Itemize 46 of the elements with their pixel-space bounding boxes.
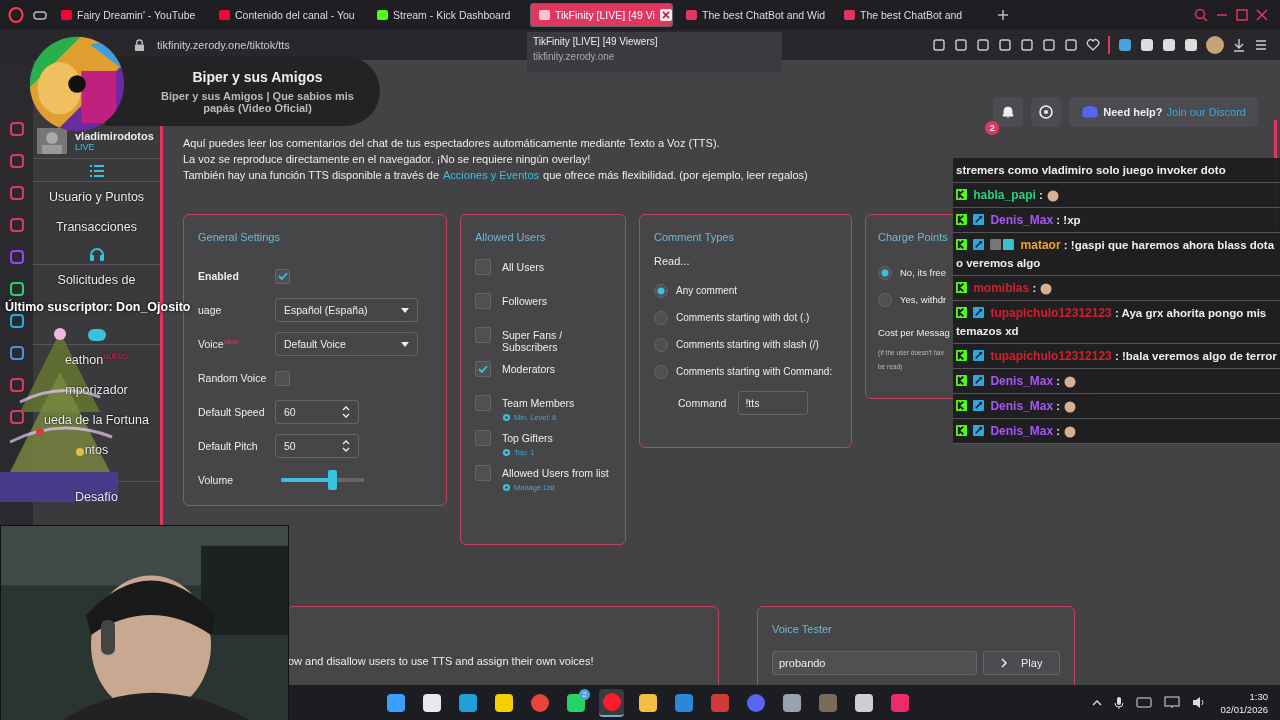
description-text: También hay una función TTS disponible a través de: [183, 168, 439, 183]
field-label: Cost per Messag: [878, 327, 950, 338]
card-title: Voice Tester: [772, 623, 833, 635]
live-status: LIVE: [75, 142, 96, 152]
description-text: La voz se reproduce directamente en el navegador. ¡No se requiere ningún overlay!: [183, 152, 591, 167]
help-label: Need help?: [1103, 106, 1163, 118]
username: vladimirodotos: [75, 130, 154, 142]
description-text: Aquí puedes leer los comentarios del chat de tus espectadores automáticamente mediante Texto a Voz (TTS).: [183, 136, 720, 151]
card-title: Allowed Users: [475, 231, 547, 243]
option-label: Moderators: [502, 363, 556, 375]
field-label: Command: [678, 397, 727, 409]
option-label: All Users: [502, 261, 544, 273]
chat-message: Denis_Max :: [953, 394, 1280, 419]
field-label: Voice$^{NEW!}$: [198, 338, 241, 350]
chat-message: Denis_Max : !xp: [953, 208, 1280, 233]
chat-message: stremers como vladimiro solo juego invoker doto: [953, 158, 1280, 183]
chat-message: tupapichulo12312123 : Aya grx ahorita pongo mis temazos xd: [953, 301, 1280, 344]
description-text: que ofrece más flexibilidad. (por ejemplo, leer regalos): [543, 168, 808, 183]
card-title: General Settings: [198, 231, 281, 243]
notification-count: 2: [579, 688, 590, 700]
field-label: Volume: [198, 474, 235, 486]
field-label: Default Speed: [198, 406, 266, 418]
chat-message: Denis_Max :: [953, 369, 1280, 394]
option-label: Team Members: [502, 397, 575, 409]
song-subtitle: Biper y sus Amigos | Que sabios mis papás (Video Oficial): [160, 89, 355, 114]
option-label: Super Fans / Subscribers: [502, 329, 564, 353]
chat-message: momiblas :: [953, 276, 1280, 301]
song-title: Biper y sus Amigos: [192, 68, 323, 85]
tooltip-url: tikfinity.zerody.one: [533, 51, 616, 62]
option-label: Allowed Users from list: [502, 467, 609, 479]
chat-message: habla_papi :: [953, 183, 1280, 208]
tooltip-title: TikFinity [LIVE] [49 Viewers]: [533, 36, 659, 47]
chat-message: Denis_Max :: [953, 419, 1280, 444]
field-label: Default Pitch: [198, 440, 259, 452]
field-label: uage: [198, 304, 223, 316]
option-label: Followers: [502, 295, 547, 307]
field-label: Random Voice: [198, 372, 268, 384]
card-title: Charge Points: [878, 231, 949, 243]
section-label: Read...: [654, 255, 691, 267]
notification-count: 2: [985, 121, 1000, 135]
description-text: ow and disallow users to use TTS and assign their own voices!: [288, 655, 595, 667]
card-title: Comment Types: [654, 231, 735, 243]
chat-message: tupapichulo12312123 : !bala veremos algo de terror: [953, 344, 1280, 369]
option-label: Top Gifters: [502, 432, 553, 444]
chat-message: mataor : !gaspi que haremos ahora blass dota o veremos algo: [953, 233, 1280, 276]
field-label: Enabled: [198, 270, 240, 282]
